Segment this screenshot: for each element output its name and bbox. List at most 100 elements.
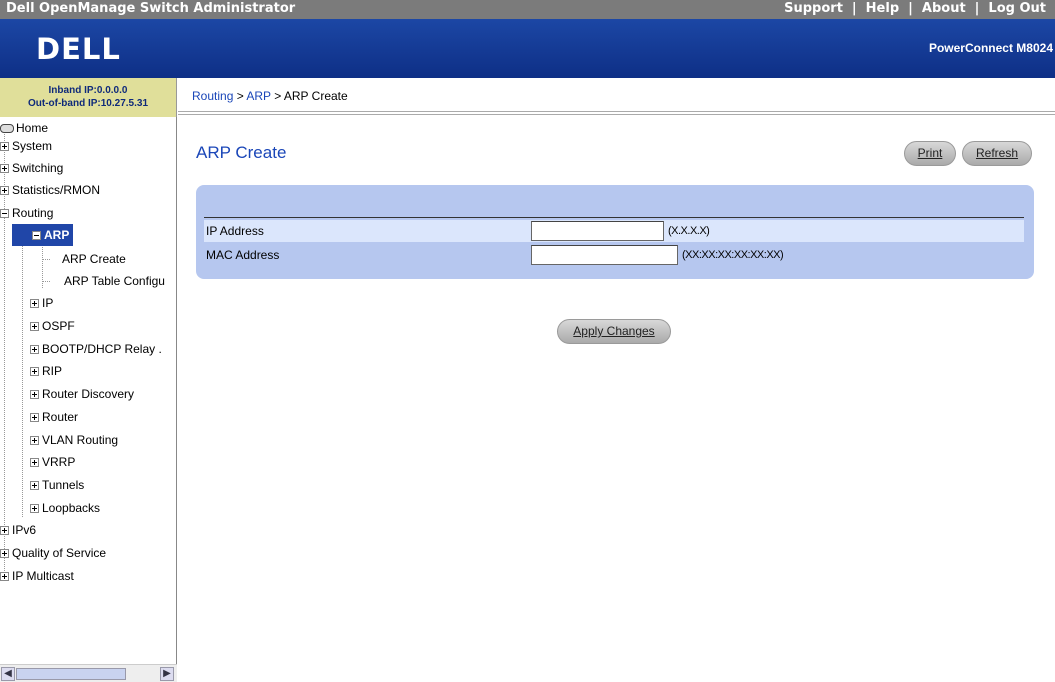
top-links: Support | Help | About | Log Out [775, 1, 1055, 16]
page-title: ARP Create [196, 143, 287, 162]
nav-label: Routing [12, 206, 54, 220]
expand-icon[interactable] [30, 344, 39, 354]
expand-icon[interactable] [30, 435, 39, 445]
nav-tree: Home System Switching Statistics/RMON Ro… [0, 117, 177, 664]
mac-address-input[interactable] [531, 245, 678, 265]
expand-icon[interactable] [30, 457, 39, 467]
print-button[interactable]: Print [904, 141, 956, 166]
collapse-icon[interactable] [32, 230, 41, 240]
nav-label: ARP Create [62, 252, 126, 266]
nav-label: VRRP [42, 455, 76, 469]
breadcrumb-separator: > [270, 89, 284, 103]
expand-icon[interactable] [0, 163, 9, 173]
nav-label: Router Discovery [42, 387, 135, 401]
nav-label: Switching [12, 161, 64, 175]
nav-router[interactable]: Router [30, 406, 78, 428]
nav-vrrp[interactable]: VRRP [30, 451, 75, 473]
dell-logo: DELL [36, 33, 121, 63]
ip-address-row: IP Address (X.X.X.X) [204, 220, 1024, 242]
breadcrumb: Routing > ARP > ARP Create [178, 78, 1055, 112]
ip-address-input[interactable] [531, 221, 664, 241]
expand-icon[interactable] [0, 571, 9, 581]
help-link[interactable]: Help [857, 1, 908, 16]
home-icon [0, 123, 14, 133]
nav-bootp[interactable]: BOOTP/DHCP Relay . [30, 338, 162, 360]
breadcrumb-current: ARP Create [283, 89, 348, 103]
breadcrumb-separator: > [233, 89, 247, 103]
mac-address-label: MAC Address [206, 248, 280, 262]
tree-line [42, 281, 50, 282]
header-banner: DELL PowerConnect M8024 [0, 19, 1055, 78]
expand-icon[interactable] [0, 525, 9, 535]
mac-address-row: MAC Address (XX:XX:XX:XX:XX:XX) [204, 244, 1024, 266]
expand-icon[interactable] [0, 548, 9, 558]
nav-label: VLAN Routing [42, 433, 119, 447]
nav-label: IP Multicast [12, 569, 74, 583]
nav-label: ARP [44, 228, 70, 242]
breadcrumb-arp[interactable]: ARP [246, 89, 270, 103]
inband-ip: Inband IP:0.0.0.0 [48, 85, 128, 96]
divider [178, 113, 1055, 115]
refresh-button[interactable]: Refresh [962, 141, 1032, 166]
expand-icon[interactable] [30, 321, 39, 331]
nav-label: IP [42, 296, 54, 310]
arp-create-form: IP Address (X.X.X.X) MAC Address (XX:XX:… [196, 185, 1034, 279]
expand-icon[interactable] [30, 366, 39, 376]
nav-label: BOOTP/DHCP Relay . [42, 342, 162, 356]
nav-arp-create[interactable]: ARP Create [52, 248, 126, 270]
about-link[interactable]: About [913, 1, 975, 16]
nav-label: System [12, 139, 53, 153]
nav-arp[interactable]: ARP [12, 224, 74, 246]
nav-horizontal-scrollbar[interactable]: ◀ ▶ [0, 664, 177, 682]
expand-icon[interactable] [30, 412, 39, 422]
nav-loopbacks[interactable]: Loopbacks [30, 497, 100, 519]
nav-label: Loopbacks [42, 501, 101, 515]
nav-label: Router [42, 410, 79, 424]
divider [204, 217, 1024, 218]
svg-text:DELL: DELL [36, 33, 121, 63]
nav-label: Tunnels [42, 478, 85, 492]
top-bar: Dell OpenManage Switch Administrator Sup… [0, 0, 1055, 19]
breadcrumb-routing[interactable]: Routing [192, 89, 233, 103]
nav-ospf[interactable]: OSPF [30, 315, 75, 337]
expand-icon[interactable] [30, 298, 39, 308]
support-link[interactable]: Support [775, 1, 852, 16]
mac-address-hint: (XX:XX:XX:XX:XX:XX) [682, 249, 784, 261]
nav-switching[interactable]: Switching [0, 157, 63, 179]
nav-vlan-routing[interactable]: VLAN Routing [30, 429, 118, 451]
outofband-ip: Out-of-band IP:10.27.5.31 [27, 98, 149, 109]
nav-router-discovery[interactable]: Router Discovery [30, 383, 134, 405]
nav-label: IPv6 [12, 523, 37, 537]
apply-changes-button[interactable]: Apply Changes [557, 319, 671, 344]
scroll-right-icon[interactable]: ▶ [160, 667, 174, 681]
expand-icon[interactable] [30, 389, 39, 399]
nav-label: RIP [42, 364, 63, 378]
app-title: Dell OpenManage Switch Administrator [6, 1, 296, 16]
ip-info: Inband IP:0.0.0.0 Out-of-band IP:10.27.5… [0, 78, 177, 117]
logout-link[interactable]: Log Out [979, 1, 1055, 16]
nav-label: ARP Table Configu [64, 274, 165, 288]
expand-icon[interactable] [0, 141, 9, 151]
nav-ipv6[interactable]: IPv6 [0, 519, 36, 541]
nav-label: Quality of Service [12, 546, 107, 560]
tree-line [42, 259, 50, 260]
nav-ip[interactable]: IP [30, 292, 53, 314]
nav-system[interactable]: System [0, 135, 52, 157]
nav-label: OSPF [42, 319, 75, 333]
nav-ip-multicast[interactable]: IP Multicast [0, 565, 74, 587]
nav-arp-table-config[interactable]: ARP Table Configu [52, 270, 165, 292]
expand-icon[interactable] [30, 503, 39, 513]
expand-icon[interactable] [0, 185, 9, 195]
nav-statistics[interactable]: Statistics/RMON [0, 179, 100, 201]
expand-icon[interactable] [30, 480, 39, 490]
scroll-left-icon[interactable]: ◀ [1, 667, 15, 681]
collapse-icon[interactable] [0, 208, 9, 218]
ip-address-label: IP Address [206, 224, 264, 238]
ip-address-hint: (X.X.X.X) [668, 225, 710, 237]
nav-rip[interactable]: RIP [30, 360, 62, 382]
nav-qos[interactable]: Quality of Service [0, 542, 106, 564]
product-name: PowerConnect M8024 [928, 41, 1053, 55]
nav-routing[interactable]: Routing [0, 202, 53, 224]
scroll-thumb[interactable] [16, 668, 126, 680]
nav-tunnels[interactable]: Tunnels [30, 474, 84, 496]
